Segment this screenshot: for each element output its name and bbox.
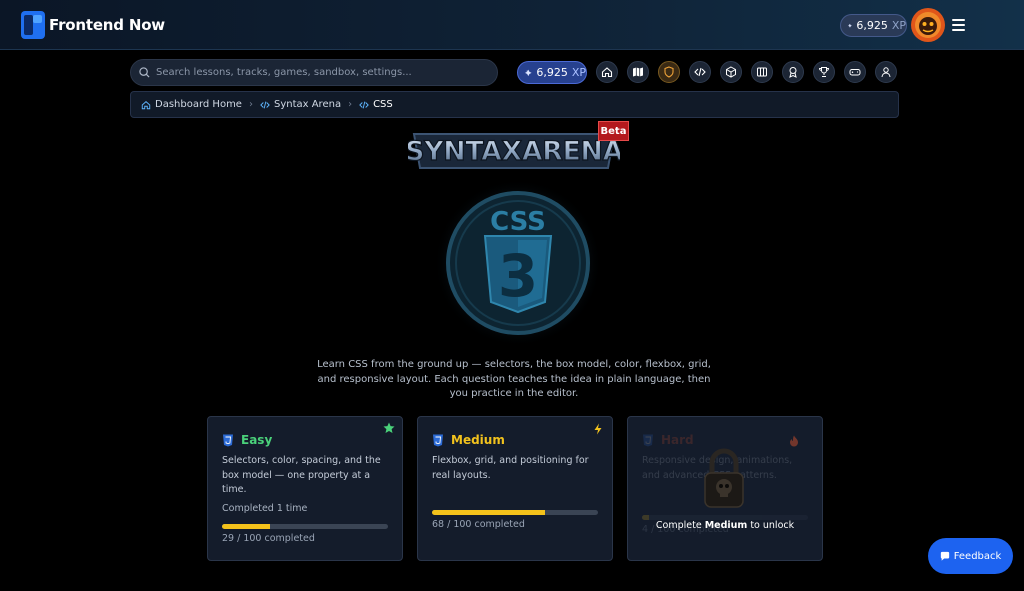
difficulty-card-easy[interactable]: Easy Selectors, color, spacing, and the … xyxy=(207,416,403,561)
beta-badge: Beta xyxy=(598,121,629,141)
css3-shield-icon xyxy=(643,434,653,446)
toolbar-xp-value: 6,925 xyxy=(536,66,568,79)
lightning-icon xyxy=(594,423,602,435)
nav-award-button[interactable] xyxy=(782,61,804,83)
gamepad-icon xyxy=(849,69,861,76)
nav-book-button[interactable] xyxy=(751,61,773,83)
nav-map-button[interactable] xyxy=(627,61,649,83)
search-input[interactable] xyxy=(156,67,486,78)
breadcrumb-syntax-arena[interactable]: Syntax Arena xyxy=(260,99,341,110)
emblem-number: 3 xyxy=(498,242,538,310)
toolbar-xp-unit: XP xyxy=(571,66,586,79)
card-title: Hard xyxy=(661,433,694,447)
breadcrumb-current-css: CSS xyxy=(359,99,393,110)
card-description: Flexbox, grid, and positioning for real … xyxy=(432,455,589,481)
nav-home-button[interactable] xyxy=(596,61,618,83)
css3-emblem: CSS 3 xyxy=(434,179,602,347)
frontend-now-logo-icon[interactable] xyxy=(21,11,45,39)
card-header: Easy xyxy=(222,433,272,447)
top-bar: Frontend Now 6,925 XP xyxy=(0,0,1024,50)
progress-fill xyxy=(222,524,271,529)
track-description: Learn CSS from the ground up — selectors… xyxy=(317,359,711,399)
trophy-icon xyxy=(818,67,830,77)
breadcrumb-dashboard-home[interactable]: Dashboard Home xyxy=(141,99,242,110)
card-header: Hard xyxy=(642,433,694,447)
progress-count: 29 / 100 completed xyxy=(222,533,315,544)
nav-cube-button[interactable] xyxy=(720,61,742,83)
brand-name[interactable]: Frontend Now xyxy=(49,16,165,34)
padlock-skull-icon xyxy=(704,448,744,508)
card-title: Easy xyxy=(241,433,273,447)
card-header: Medium xyxy=(432,433,505,447)
code-icon xyxy=(359,101,369,108)
required-level: Medium xyxy=(704,520,748,531)
book-icon xyxy=(757,67,767,77)
hamburger-menu-icon[interactable] xyxy=(948,15,968,35)
card-title: Medium xyxy=(451,433,505,447)
breadcrumb-label: Syntax Arena xyxy=(273,99,342,110)
card-description: Selectors, color, spacing, and the box m… xyxy=(222,455,381,495)
search-icon xyxy=(139,67,150,78)
difficulty-card-hard: Hard Responsive design, animations, and … xyxy=(627,416,823,561)
xp-sparkle-icon xyxy=(848,23,852,28)
emblem-css-text: CSS xyxy=(490,207,546,237)
progress-bar xyxy=(222,524,388,529)
chevron-right-icon: › xyxy=(348,99,353,110)
progress-bar xyxy=(432,510,598,515)
toolbar-xp-badge[interactable]: 6,925 XP xyxy=(517,61,587,84)
completed-times: Completed 1 time xyxy=(222,503,308,514)
feedback-label: Feedback xyxy=(953,550,1002,562)
xp-sparkle-icon xyxy=(525,69,532,77)
shield-icon xyxy=(664,66,674,78)
unlock-requirement: Complete Medium to unlock xyxy=(655,520,795,531)
nav-profile-button[interactable] xyxy=(875,61,897,83)
syntax-arena-logo: SYNTAXARENA xyxy=(408,133,620,169)
nav-code-button[interactable] xyxy=(689,61,711,83)
map-icon xyxy=(633,67,643,77)
nav-gamepad-button[interactable] xyxy=(844,61,866,83)
nav-trophy-button[interactable] xyxy=(813,61,835,83)
user-icon xyxy=(881,67,891,78)
home-icon xyxy=(141,100,151,109)
breadcrumb: Dashboard Home › Syntax Arena › CSS xyxy=(130,91,899,118)
flame-icon xyxy=(790,435,798,447)
home-icon xyxy=(601,67,613,78)
breadcrumb-label: Dashboard Home xyxy=(155,99,242,110)
chevron-right-icon: › xyxy=(248,99,253,110)
cube-icon xyxy=(726,66,736,78)
code-icon xyxy=(694,67,706,77)
feedback-button[interactable]: Feedback xyxy=(928,538,1013,574)
header-xp-unit: XP xyxy=(891,19,906,32)
header-xp-badge[interactable]: 6,925 XP xyxy=(840,14,907,37)
progress-fill xyxy=(432,510,545,515)
search-bar[interactable] xyxy=(130,59,498,86)
nav-shield-button[interactable] xyxy=(658,61,680,83)
css3-shield-icon xyxy=(433,434,443,446)
avatar[interactable] xyxy=(910,7,946,43)
chat-bubble-icon xyxy=(940,551,949,561)
breadcrumb-label: CSS xyxy=(373,99,393,110)
difficulty-card-medium[interactable]: Medium Flexbox, grid, and positioning fo… xyxy=(417,416,613,561)
progress-count: 68 / 100 completed xyxy=(432,519,525,530)
award-icon xyxy=(789,67,797,78)
css3-shield-icon xyxy=(223,434,233,446)
code-icon xyxy=(260,101,270,108)
star-icon xyxy=(383,422,395,433)
arena-title-text: SYNTAXARENA xyxy=(408,136,620,167)
header-xp-value: 6,925 xyxy=(856,19,888,32)
